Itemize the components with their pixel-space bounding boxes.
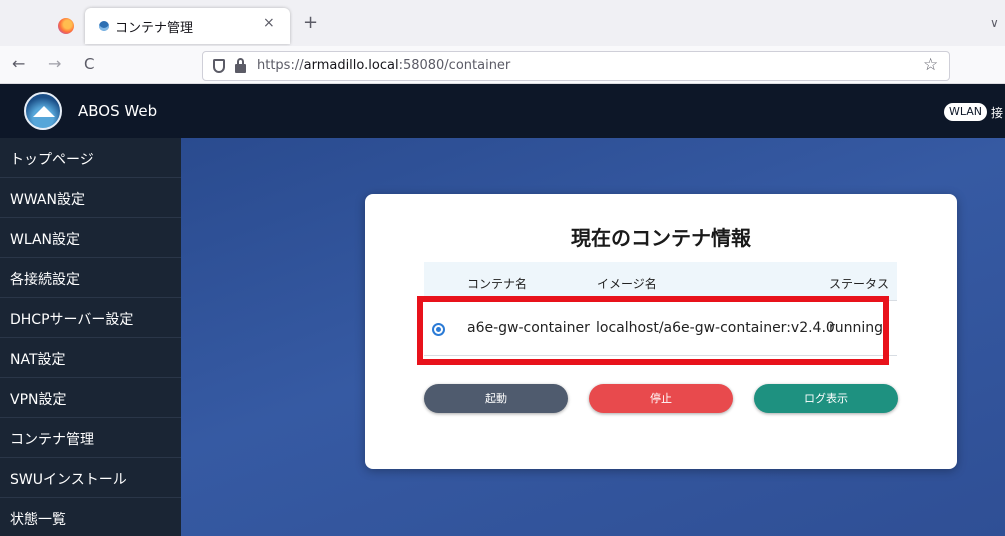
- wlan-status-badge: WLAN: [944, 103, 988, 121]
- log-display-button[interactable]: ログ表示: [754, 384, 898, 413]
- sidebar-item-label: WLAN設定: [10, 232, 81, 248]
- column-header-container-name: コンテナ名: [467, 277, 528, 291]
- sidebar-item-label: トップページ: [10, 152, 94, 168]
- sidebar-item-label: DHCPサーバー設定: [10, 312, 134, 328]
- url-text[interactable]: https://armadillo.local:58080/container: [257, 58, 510, 73]
- sidebar-item-label: コンテナ管理: [10, 432, 94, 448]
- column-header-image-name: イメージ名: [597, 277, 657, 291]
- card-title: 現在のコンテナ情報: [571, 226, 751, 250]
- url-host: armadillo.local: [303, 58, 399, 73]
- bookmark-star-icon[interactable]: ☆: [923, 55, 938, 75]
- connection-status-text: 接: [991, 106, 1004, 120]
- lock-icon[interactable]: [235, 58, 246, 73]
- app-header: ABOS Web WLAN 接: [0, 84, 1005, 138]
- tab-close-icon[interactable]: ×: [263, 15, 275, 31]
- tab-title: コンテナ管理: [115, 21, 194, 36]
- stop-button[interactable]: 停止: [589, 384, 733, 413]
- url-prefix: https://: [257, 58, 304, 73]
- sidebar-item-status-list[interactable]: 状態一覧: [0, 498, 181, 536]
- sidebar-item-dhcp-server-settings[interactable]: DHCPサーバー設定: [0, 298, 181, 338]
- sidebar-item-wwan-settings[interactable]: WWAN設定: [0, 178, 181, 218]
- sidebar-item-label: 状態一覧: [10, 512, 66, 528]
- sidebar-item-label: 各接続設定: [10, 272, 80, 288]
- sidebar-item-connection-settings[interactable]: 各接続設定: [0, 258, 181, 298]
- tab-favicon-icon: [99, 21, 109, 31]
- sidebar-item-label: VPN設定: [10, 392, 67, 408]
- navigation-bar: ← → C https://armadillo.local:58080/cont…: [0, 46, 1005, 84]
- sidebar-item-container-management[interactable]: コンテナ管理: [0, 418, 181, 458]
- app-title: ABOS Web: [78, 102, 158, 120]
- firefox-icon[interactable]: [58, 18, 74, 34]
- sidebar-item-nat-settings[interactable]: NAT設定: [0, 338, 181, 378]
- tab-list-chevron-icon[interactable]: ∨: [990, 16, 999, 30]
- tracking-shield-icon[interactable]: [213, 59, 225, 73]
- sidebar: トップページ WWAN設定 WLAN設定 各接続設定 DHCPサーバー設定 NA…: [0, 138, 181, 536]
- column-header-status: ステータス: [829, 277, 890, 291]
- sidebar-item-top-page[interactable]: トップページ: [0, 138, 181, 178]
- sidebar-item-vpn-settings[interactable]: VPN設定: [0, 378, 181, 418]
- highlight-annotation-box: [417, 296, 889, 365]
- sidebar-item-label: SWUインストール: [10, 472, 127, 488]
- tab-container-management[interactable]: コンテナ管理 ×: [85, 8, 290, 44]
- url-path: :58080/container: [398, 58, 511, 73]
- sidebar-item-label: NAT設定: [10, 352, 66, 368]
- reload-icon[interactable]: C: [84, 55, 94, 73]
- sidebar-item-label: WWAN設定: [10, 192, 85, 208]
- forward-icon[interactable]: →: [48, 55, 61, 73]
- url-bar[interactable]: https://armadillo.local:58080/container …: [202, 51, 950, 81]
- sidebar-item-wlan-settings[interactable]: WLAN設定: [0, 218, 181, 258]
- new-tab-button[interactable]: +: [303, 14, 318, 32]
- back-icon[interactable]: ←: [12, 55, 25, 73]
- browser-window: コンテナ管理 × + ∨ ← → C https://armadillo.loc…: [0, 0, 1005, 536]
- abos-logo-icon[interactable]: [24, 92, 62, 130]
- tab-strip: コンテナ管理 × + ∨: [0, 0, 1005, 46]
- sidebar-item-swu-install[interactable]: SWUインストール: [0, 458, 181, 498]
- start-button[interactable]: 起動: [424, 384, 568, 413]
